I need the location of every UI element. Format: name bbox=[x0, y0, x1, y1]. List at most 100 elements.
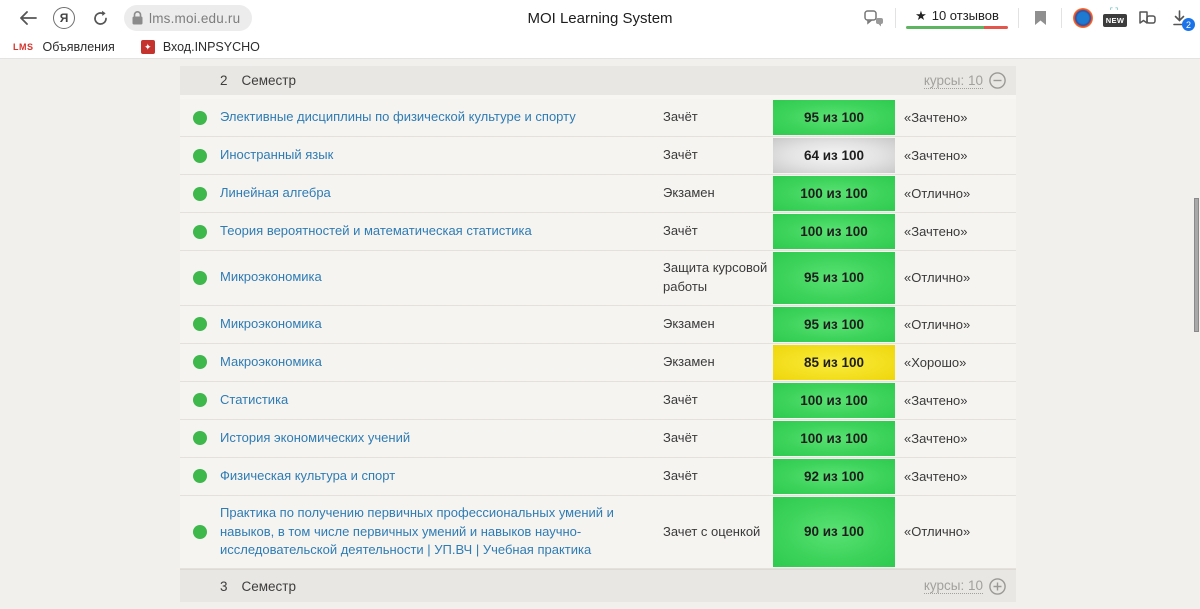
bookmark-item-announcements[interactable]: LMS Объявления bbox=[12, 40, 115, 54]
course-link[interactable]: Макроэкономика bbox=[220, 345, 663, 380]
yandex-logo-icon: Я bbox=[53, 7, 75, 29]
expand-icon[interactable] bbox=[989, 578, 1006, 595]
status-dot-icon bbox=[193, 431, 207, 445]
inpsycho-favicon: ✦ bbox=[141, 40, 155, 54]
reviews-count: 10 отзывов bbox=[932, 8, 999, 23]
screenshot-new-icon[interactable]: ⌜⌝ NEW bbox=[1104, 7, 1126, 29]
course-link[interactable]: Микроэкономика bbox=[220, 260, 663, 295]
assessment-type: Зачёт bbox=[663, 100, 773, 135]
refresh-button[interactable] bbox=[86, 4, 114, 32]
semester-number: 2 bbox=[220, 73, 228, 88]
star-icon: ★ bbox=[915, 8, 927, 24]
score-badge: 100 из 100 bbox=[773, 383, 895, 418]
next-semester-header: 3 Семестр курсы: 10 bbox=[180, 569, 1016, 602]
score-badge: 100 из 100 bbox=[773, 214, 895, 249]
browser-toolbar: Я lms.moi.edu.ru MOI Learning System ★ 1… bbox=[0, 0, 1200, 36]
semester-title: Семестр bbox=[242, 579, 297, 594]
course-row: Теория вероятностей и математическая ста… bbox=[180, 213, 1016, 251]
new-badge: NEW bbox=[1103, 14, 1127, 27]
course-link[interactable]: Статистика bbox=[220, 383, 663, 418]
score-badge: 85 из 100 bbox=[773, 345, 895, 380]
back-button[interactable] bbox=[14, 4, 42, 32]
grade-text: «Хорошо» bbox=[895, 355, 1016, 370]
assessment-type: Экзамен bbox=[663, 345, 773, 380]
collapse-icon[interactable] bbox=[989, 72, 1006, 89]
course-row: Элективные дисциплины по физической куль… bbox=[180, 99, 1016, 137]
extension-icon[interactable] bbox=[1072, 7, 1094, 29]
downloads-count-badge: 2 bbox=[1182, 18, 1195, 31]
courses-count-link[interactable]: курсы: 10 bbox=[924, 73, 983, 89]
score-badge: 95 из 100 bbox=[773, 252, 895, 304]
grade-text: «Зачтено» bbox=[895, 431, 1016, 446]
grade-text: «Зачтено» bbox=[895, 393, 1016, 408]
assessment-type: Зачёт bbox=[663, 214, 773, 249]
course-rows: Элективные дисциплины по физической куль… bbox=[180, 99, 1016, 569]
score-badge: 100 из 100 bbox=[773, 421, 895, 456]
score-badge: 64 из 100 bbox=[773, 138, 895, 173]
grade-text: «Отлично» bbox=[895, 317, 1016, 332]
status-dot-icon bbox=[193, 525, 207, 539]
course-link[interactable]: Практика по получению первичных професси… bbox=[220, 496, 663, 569]
grade-text: «Отлично» bbox=[895, 524, 1016, 539]
semester-header: 2 Семестр курсы: 10 bbox=[180, 66, 1016, 99]
downloads-button[interactable]: 2 bbox=[1168, 7, 1190, 29]
scrollbar-thumb[interactable] bbox=[1194, 198, 1199, 332]
status-dot-icon bbox=[193, 187, 207, 201]
lms-favicon: LMS bbox=[12, 41, 35, 53]
course-row: Статистика Зачёт 100 из 100 «Зачтено» bbox=[180, 382, 1016, 420]
address-bar[interactable]: lms.moi.edu.ru bbox=[124, 5, 252, 31]
status-dot-icon bbox=[193, 271, 207, 285]
grade-text: «Отлично» bbox=[895, 270, 1016, 285]
reviews-rating-bar bbox=[906, 26, 1008, 29]
course-link[interactable]: Элективные дисциплины по физической куль… bbox=[220, 100, 663, 135]
course-link[interactable]: История экономических учений bbox=[220, 421, 663, 456]
bookmark-label: Объявления bbox=[43, 40, 115, 54]
lock-icon bbox=[132, 11, 143, 25]
collections-icon[interactable] bbox=[1136, 7, 1158, 29]
bookmark-label: Вход.INPSYCHO bbox=[163, 40, 260, 54]
course-link[interactable]: Линейная алгебра bbox=[220, 176, 663, 211]
semester-number: 3 bbox=[220, 579, 228, 594]
course-link[interactable]: Теория вероятностей и математическая ста… bbox=[220, 214, 663, 249]
course-row: Макроэкономика Экзамен 85 из 100 «Хорошо… bbox=[180, 344, 1016, 382]
grade-text: «Зачтено» bbox=[895, 110, 1016, 125]
grade-text: «Зачтено» bbox=[895, 148, 1016, 163]
course-link[interactable]: Физическая культура и спорт bbox=[220, 459, 663, 494]
course-row: Практика по получению первичных професси… bbox=[180, 496, 1016, 570]
page-content: 2 Семестр курсы: 10 Элективные дисциплин… bbox=[0, 59, 1200, 609]
course-link[interactable]: Иностранный язык bbox=[220, 138, 663, 173]
score-badge: 90 из 100 bbox=[773, 497, 895, 568]
url-text: lms.moi.edu.ru bbox=[149, 11, 240, 26]
bookmark-icon[interactable] bbox=[1029, 7, 1051, 29]
bookmark-item-inpsycho[interactable]: ✦ Вход.INPSYCHO bbox=[141, 40, 260, 54]
courses-count-link[interactable]: курсы: 10 bbox=[924, 578, 983, 594]
course-row: Физическая культура и спорт Зачёт 92 из … bbox=[180, 458, 1016, 496]
toolbar-separator bbox=[1018, 8, 1019, 28]
grade-text: «Зачтено» bbox=[895, 224, 1016, 239]
assessment-type: Зачёт bbox=[663, 459, 773, 494]
status-dot-icon bbox=[193, 393, 207, 407]
score-badge: 95 из 100 bbox=[773, 307, 895, 342]
course-link[interactable]: Микроэкономика bbox=[220, 307, 663, 342]
status-dot-icon bbox=[193, 149, 207, 163]
grade-text: «Отлично» bbox=[895, 186, 1016, 201]
semester-table: 2 Семестр курсы: 10 Элективные дисциплин… bbox=[180, 66, 1016, 602]
assessment-type: Зачёт bbox=[663, 421, 773, 456]
assessment-type: Зачёт bbox=[663, 138, 773, 173]
grade-text: «Зачтено» bbox=[895, 469, 1016, 484]
assessment-type: Экзамен bbox=[663, 176, 773, 211]
semester-title: Семестр bbox=[242, 73, 297, 88]
status-dot-icon bbox=[193, 111, 207, 125]
status-dot-icon bbox=[193, 225, 207, 239]
status-dot-icon bbox=[193, 469, 207, 483]
score-badge: 95 из 100 bbox=[773, 100, 895, 135]
browser-menu-button[interactable]: Я bbox=[50, 4, 78, 32]
assessment-type: Защита курсовой работы bbox=[663, 251, 773, 305]
bookmarks-bar: LMS Объявления ✦ Вход.INPSYCHO bbox=[0, 36, 1200, 59]
assessment-type: Экзамен bbox=[663, 307, 773, 342]
status-dot-icon bbox=[193, 355, 207, 369]
status-dot-icon bbox=[193, 317, 207, 331]
course-row: Микроэкономика Защита курсовой работы 95… bbox=[180, 251, 1016, 306]
site-reviews-button[interactable]: ★ 10 отзывов bbox=[906, 8, 1008, 29]
feedback-icon[interactable] bbox=[863, 7, 885, 29]
